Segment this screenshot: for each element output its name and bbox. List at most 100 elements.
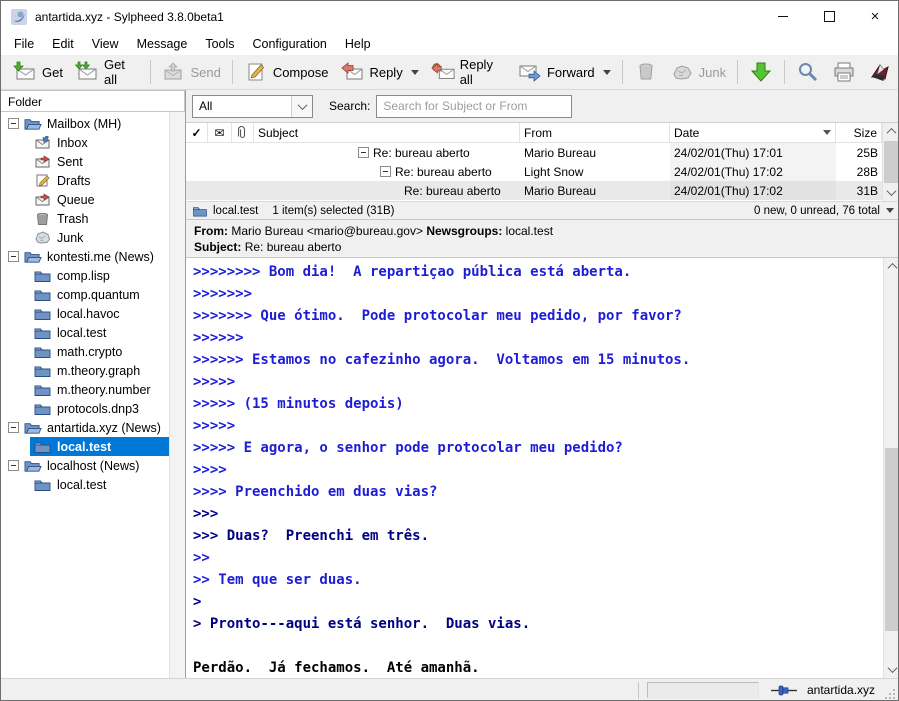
folder-open-icon: [24, 250, 42, 264]
collapse-expander-icon[interactable]: [8, 422, 19, 433]
thread-collapse-icon[interactable]: [380, 166, 391, 177]
from-column-header[interactable]: From: [520, 123, 670, 142]
subject-column-header[interactable]: Subject: [254, 123, 520, 142]
forward-dropdown-icon[interactable]: [603, 70, 611, 75]
folder-item-sent[interactable]: Sent: [1, 152, 170, 171]
menu-file[interactable]: File: [5, 34, 43, 54]
date-column-header[interactable]: Date: [670, 123, 836, 142]
scrollbar-thumb[interactable]: [885, 448, 899, 631]
junk-button[interactable]: Junk: [664, 58, 732, 86]
reply-all-icon: [431, 61, 455, 83]
folder-item-localhost-news-[interactable]: localhost (News): [1, 456, 170, 475]
toolbar-separator: [737, 60, 738, 84]
scroll-down-button[interactable]: [884, 662, 899, 677]
folder-item-m.theory.graph[interactable]: m.theory.graph: [1, 361, 170, 380]
reply-button[interactable]: Reply: [334, 58, 424, 86]
collapse-expander-icon[interactable]: [8, 118, 19, 129]
message-body-pane: >>>>>>>> Bom dia! A repartiçao pública e…: [186, 258, 899, 678]
folder-item-label: local.test: [57, 478, 106, 492]
date-cell: 24/02/01(Thu) 17:02: [670, 181, 836, 200]
size-cell: 31B: [836, 181, 882, 200]
get-all-button[interactable]: Get all: [69, 54, 145, 90]
folder-item-m.theory.number[interactable]: m.theory.number: [1, 380, 170, 399]
folder-pane-header[interactable]: Folder: [1, 90, 185, 112]
message-body-line: >> Tem que ser duas.: [193, 569, 883, 591]
close-button[interactable]: ×: [852, 1, 898, 32]
size-column-header[interactable]: Size: [836, 123, 882, 142]
table-row[interactable]: Re: bureau abertoMario Bureau24/02/01(Th…: [186, 143, 899, 162]
message-body-line: Perdão. Já fechamos. Até amanhã.: [193, 657, 883, 678]
menu-edit[interactable]: Edit: [43, 34, 83, 54]
resize-grip[interactable]: [884, 688, 896, 700]
folder-item-comp.lisp[interactable]: comp.lisp: [1, 266, 170, 285]
current-folder-name: local.test: [213, 205, 258, 217]
scroll-down-button[interactable]: [883, 185, 899, 200]
message-list-scrollbar[interactable]: [882, 123, 899, 201]
junk-icon: [670, 61, 694, 83]
scroll-up-button[interactable]: [884, 259, 899, 274]
list-options-dropdown-icon[interactable]: [886, 208, 894, 213]
compose-button[interactable]: Compose: [238, 58, 335, 86]
folder-item-antartida.xyz-news-[interactable]: antartida.xyz (News): [1, 418, 170, 437]
junk-label: Junk: [699, 65, 726, 80]
folder-item-local.test[interactable]: local.test: [1, 437, 170, 456]
folder-item-label: localhost (News): [47, 459, 139, 473]
folder-item-queue[interactable]: Queue: [1, 190, 170, 209]
subject-label: Subject:: [194, 240, 241, 254]
collapse-expander-icon[interactable]: [8, 251, 19, 262]
message-body-line: >>>> Preenchido em duas vias?: [193, 481, 883, 503]
message-body-line: >>>>>>>: [193, 283, 883, 305]
folder-icon: [34, 326, 52, 340]
send-button[interactable]: Send: [155, 58, 226, 86]
search-button[interactable]: [790, 58, 826, 86]
maximize-button[interactable]: [806, 1, 852, 32]
folder-item-drafts[interactable]: Drafts: [1, 171, 170, 190]
reply-dropdown-icon[interactable]: [411, 70, 419, 75]
delete-button[interactable]: [628, 58, 664, 86]
forward-button[interactable]: Forward: [512, 58, 617, 86]
menu-configuration[interactable]: Configuration: [244, 34, 336, 54]
folder-item-local.havoc[interactable]: local.havoc: [1, 304, 170, 323]
folder-icon: [34, 440, 52, 454]
collapse-expander-icon[interactable]: [8, 460, 19, 471]
folder-item-protocols.dnp3[interactable]: protocols.dnp3: [1, 399, 170, 418]
folder-item-math.crypto[interactable]: math.crypto: [1, 342, 170, 361]
scroll-up-button[interactable]: [883, 124, 899, 139]
search-input[interactable]: [376, 95, 572, 118]
folder-item-local.test[interactable]: local.test: [1, 323, 170, 342]
folder-item-trash[interactable]: Trash: [1, 209, 170, 228]
scrollbar-thumb[interactable]: [884, 141, 899, 183]
mime-column-header[interactable]: [232, 123, 254, 142]
folder-item-label: local.test: [57, 326, 106, 340]
subject-value: Re: bureau aberto: [245, 240, 342, 254]
folder-item-inbox[interactable]: Inbox: [1, 133, 170, 152]
menu-view[interactable]: View: [83, 34, 128, 54]
table-row[interactable]: Re: bureau abertoLight Snow24/02/01(Thu)…: [186, 162, 899, 181]
get-button[interactable]: Get: [7, 58, 69, 86]
minimize-button[interactable]: [760, 1, 806, 32]
unread-column-header[interactable]: ✉: [208, 123, 232, 142]
menu-message[interactable]: Message: [128, 34, 197, 54]
menu-tools[interactable]: Tools: [196, 34, 243, 54]
folder-item-label: m.theory.number: [57, 383, 151, 397]
folder-tree-scrollbar[interactable]: [169, 112, 185, 678]
folder-item-comp.quantum[interactable]: comp.quantum: [1, 285, 170, 304]
flag-column-header[interactable]: ✓: [186, 123, 208, 142]
table-row[interactable]: Re: bureau abertoMario Bureau24/02/01(Th…: [186, 181, 899, 200]
folder-item-mailbox-mh-[interactable]: Mailbox (MH): [1, 114, 170, 133]
folder-item-junk[interactable]: Junk: [1, 228, 170, 247]
folder-icon: [34, 269, 52, 283]
subject-cell: Re: bureau aberto: [254, 181, 520, 200]
reply-all-button[interactable]: Reply all: [425, 54, 512, 90]
message-body-scrollbar[interactable]: [883, 258, 899, 678]
menu-help[interactable]: Help: [336, 34, 380, 54]
folder-item-kontesti.me-news-[interactable]: kontesti.me (News): [1, 247, 170, 266]
filter-dropdown-button[interactable]: [291, 96, 312, 117]
thread-collapse-icon[interactable]: [358, 147, 369, 158]
print-button[interactable]: [826, 58, 862, 86]
folder-item-label: comp.lisp: [57, 269, 110, 283]
execute-button[interactable]: [862, 58, 898, 86]
download-article-button[interactable]: [743, 58, 779, 86]
folder-item-local.test[interactable]: local.test: [1, 475, 170, 494]
filter-dropdown[interactable]: All: [192, 95, 313, 118]
